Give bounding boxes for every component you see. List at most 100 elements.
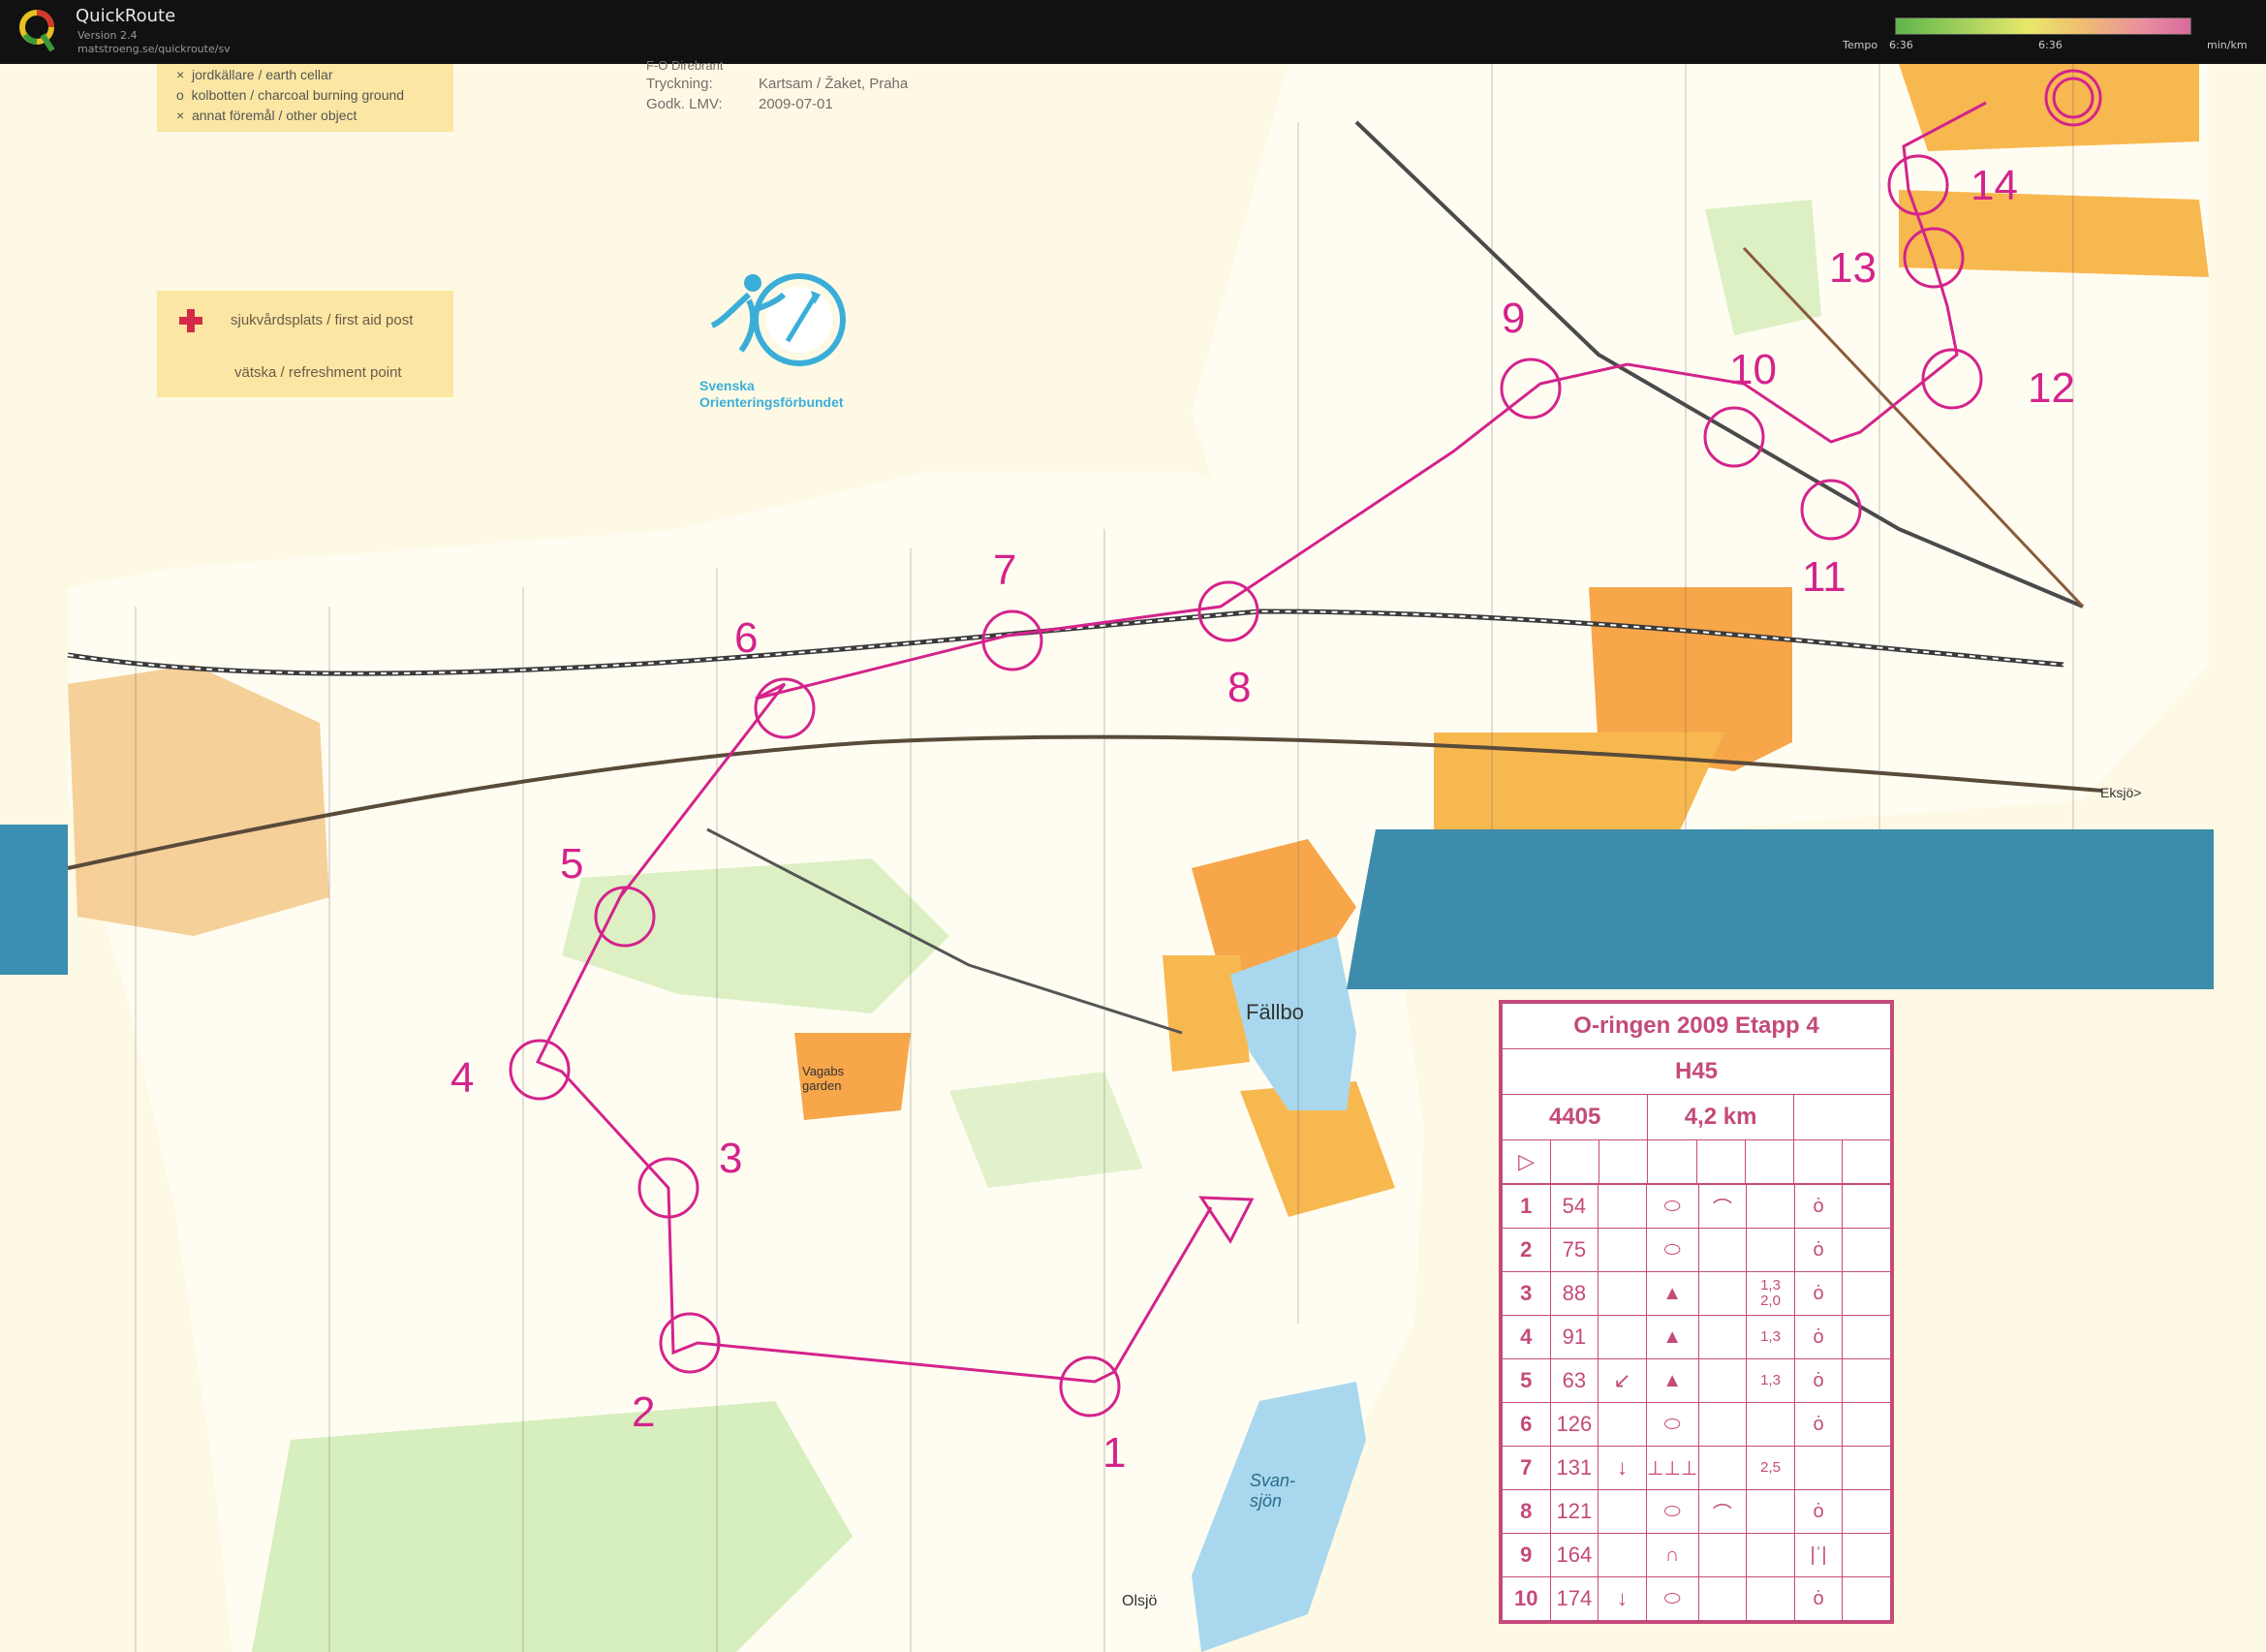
print-label-1: Tryckning: <box>646 76 713 92</box>
card-feature: ⬭ <box>1645 1489 1699 1534</box>
control-description-card: O-ringen 2009 Etapp 4 H45 4405 4,2 km ▷ … <box>1499 1000 1894 1624</box>
card-feature: ⬭ <box>1645 1576 1699 1621</box>
card-length: 4,2 km <box>1647 1094 1794 1140</box>
card-feature: ⬭ <box>1645 1184 1699 1229</box>
card-other <box>1842 1402 1891 1447</box>
place-olsjo: Olsjö <box>1122 1593 1158 1609</box>
card-detail <box>1697 1446 1748 1490</box>
card-title: O-ringen 2009 Etapp 4 <box>1502 1003 1891 1049</box>
card-direction <box>1598 1271 1647 1316</box>
card-other <box>1842 1184 1891 1229</box>
card-control-number: 8 <box>1502 1489 1551 1534</box>
card-course-code: 4405 <box>1501 1094 1649 1140</box>
card-feature: ▲ <box>1645 1271 1699 1316</box>
card-row: 3 88 ▲ 1,3 2,0 ȯ <box>1502 1271 1891 1316</box>
print-value-1: Kartsam / Žaket, Praha <box>759 76 909 92</box>
legend-item-other-object: × annat föremål / other object <box>176 108 357 123</box>
card-feature: ∩ <box>1645 1533 1699 1577</box>
card-direction <box>1598 1489 1647 1534</box>
card-row: 6 126 ⬭ ȯ <box>1502 1402 1891 1447</box>
card-row: 2 75 ⬭ ȯ <box>1502 1228 1891 1272</box>
first-aid-label: sjukvårdsplats / first aid post <box>231 312 414 328</box>
control-number-6: 6 <box>734 614 759 662</box>
control-number-1: 1 <box>1102 1429 1127 1477</box>
control-number-3: 3 <box>719 1135 743 1182</box>
card-control-number: 1 <box>1502 1184 1551 1229</box>
tempo-color-scale[interactable] <box>1895 17 2191 35</box>
print-value-2: 2009-07-01 <box>759 96 833 112</box>
card-row: 8 121 ⬭ ⌒ ȯ <box>1502 1489 1891 1534</box>
refreshment-label: vätska / refreshment point <box>234 364 402 381</box>
card-control-number: 2 <box>1502 1228 1551 1272</box>
legend-text: annat föremål / other object <box>191 108 357 123</box>
tempo-left-value: 6:36 <box>1889 39 1913 51</box>
card-direction: ↙ <box>1598 1358 1647 1403</box>
card-direction: ↓ <box>1598 1446 1647 1490</box>
card-dimension: 1,3 2,0 <box>1746 1271 1795 1316</box>
app-titlebar: QuickRoute Version 2.4 matstroeng.se/qui… <box>0 0 2266 66</box>
card-control-code: 121 <box>1549 1489 1599 1534</box>
card-detail <box>1697 1576 1748 1621</box>
card-detail <box>1697 1533 1748 1577</box>
control-number-13: 13 <box>1829 244 1877 292</box>
control-number-7: 7 <box>993 546 1017 594</box>
tempo-unit: min/km <box>2207 39 2248 51</box>
card-control-number: 6 <box>1502 1402 1551 1447</box>
card-other <box>1842 1271 1891 1316</box>
control-number-14: 14 <box>1971 162 2018 209</box>
card-dimension <box>1746 1489 1795 1534</box>
card-other <box>1842 1315 1891 1359</box>
card-detail <box>1697 1402 1748 1447</box>
control-number-10: 10 <box>1729 346 1777 393</box>
legend-item-earth-cellar: × jordkällare / earth cellar <box>176 67 332 82</box>
card-other <box>1842 1489 1891 1534</box>
card-row: 9 164 ∩ |ˈ| <box>1502 1533 1891 1577</box>
card-other <box>1842 1576 1891 1621</box>
legend-item-charcoal: o kolbotten / charcoal burning ground <box>176 87 404 103</box>
card-rows: 1 54 ⬭ ⌒ ȯ 2 75 ⬭ ȯ 3 88 ▲ 1,3 2,0 ȯ 4 91 ▲ 1,3 ȯ 5 63 ↙ ▲ 1,3 ȯ… <box>1502 1184 1891 1621</box>
card-location: ȯ <box>1793 1228 1844 1272</box>
card-control-number: 7 <box>1502 1446 1551 1490</box>
place-fallbo: Fällbo <box>1246 1000 1304 1024</box>
card-control-number: 3 <box>1502 1271 1551 1316</box>
first-aid-cross-icon <box>179 309 202 332</box>
card-detail: ⌒ <box>1697 1489 1748 1534</box>
card-feature: ▲ <box>1645 1315 1699 1359</box>
map-legend-symbols: × jordkällare / earth cellar o kolbotten… <box>157 64 453 132</box>
card-dimension: 1,3 <box>1746 1358 1795 1403</box>
card-control-number: 4 <box>1502 1315 1551 1359</box>
app-url[interactable]: matstroeng.se/quickroute/sv <box>78 43 231 55</box>
card-row: 5 63 ↙ ▲ 1,3 ȯ <box>1502 1358 1891 1403</box>
card-other <box>1842 1533 1891 1577</box>
legend-symbol: × <box>176 67 185 82</box>
print-partial: F-O Direbrant <box>646 58 724 73</box>
card-direction <box>1598 1315 1647 1359</box>
card-row: 1 54 ⬭ ⌒ ȯ <box>1502 1184 1891 1229</box>
app-version: Version 2.4 <box>78 29 138 42</box>
federation-name: Svenska Orienteringsförbundet <box>699 378 844 411</box>
card-location: ȯ <box>1793 1315 1844 1359</box>
control-number-12: 12 <box>2028 364 2075 412</box>
card-detail: ⌒ <box>1697 1184 1748 1229</box>
control-number-8: 8 <box>1227 664 1252 711</box>
card-control-code: 164 <box>1549 1533 1599 1577</box>
card-other <box>1842 1228 1891 1272</box>
card-direction <box>1598 1533 1647 1577</box>
card-row: 10 174 ↓ ⬭ ȯ <box>1502 1576 1891 1621</box>
card-location: ȯ <box>1793 1489 1844 1534</box>
card-dimension <box>1746 1533 1795 1577</box>
card-location: ȯ <box>1793 1358 1844 1403</box>
quickroute-logo-icon <box>19 10 55 52</box>
card-detail <box>1697 1315 1748 1359</box>
card-control-code: 131 <box>1549 1446 1599 1490</box>
card-feature: ▲ <box>1645 1358 1699 1403</box>
map-legend-services: sjukvårdsplats / first aid post vätska /… <box>157 291 453 397</box>
place-svansjon: Svan- sjön <box>1250 1471 1296 1511</box>
card-control-number: 10 <box>1502 1576 1551 1621</box>
card-control-code: 126 <box>1549 1402 1599 1447</box>
card-dimension <box>1746 1228 1795 1272</box>
card-class: H45 <box>1502 1048 1891 1095</box>
control-number-9: 9 <box>1502 295 1526 342</box>
card-detail <box>1697 1228 1748 1272</box>
card-location: ȯ <box>1793 1402 1844 1447</box>
